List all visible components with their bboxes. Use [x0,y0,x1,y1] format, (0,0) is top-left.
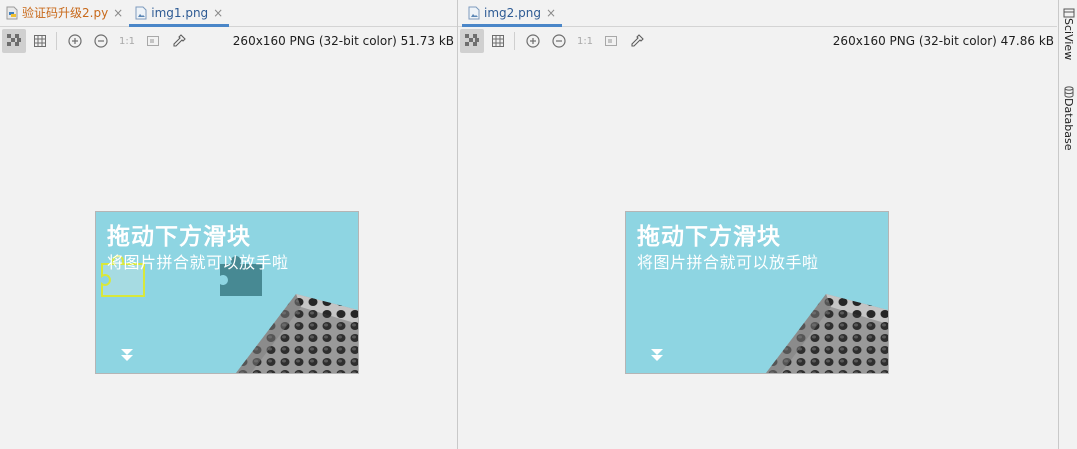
tab-label: img2.png [484,5,541,20]
tab-verify-py[interactable]: 验证码升级2.py × [0,0,129,26]
color-picker-button[interactable] [625,29,649,53]
zoom-in-icon [68,34,82,48]
actual-size-icon: 1:1 [118,35,136,47]
image-file-icon [468,6,480,20]
tab-img2[interactable]: img2.png × [462,0,562,27]
sidebar-item-label: Database [1062,98,1075,151]
ide-window: 验证码升级2.py × img1.png × 1:1 260x160 PNG (… [0,0,1077,449]
image-subtitle-text: 将图片拼合就可以放手啦 [637,253,819,272]
image-preview: 拖动下方滑块 将图片拼合就可以放手啦 [95,211,359,374]
zoom-out-button[interactable] [547,29,571,53]
close-icon[interactable]: × [546,6,556,20]
zoom-out-icon [552,34,566,48]
image-subtitle-text: 将图片拼合就可以放手啦 [107,253,289,272]
captcha-image: 拖动下方滑块 将图片拼合就可以放手啦 [626,212,888,373]
sidebar-item-label: SciView [1062,18,1075,61]
tab-label: 验证码升级2.py [22,6,109,20]
grid-button[interactable] [28,29,52,53]
background-grid-icon [7,34,21,46]
grid-icon [492,35,504,47]
background-grid-button[interactable] [460,29,484,53]
zoom-out-button[interactable] [89,29,113,53]
image-toolbar: 1:1 260x160 PNG (32-bit color) 51.73 kB [0,28,457,54]
tab-img1[interactable]: img1.png × [129,0,230,27]
image-canvas: 拖动下方滑块 将图片拼合就可以放手啦 [458,54,1057,449]
fit-zoom-icon [147,36,159,46]
toolbar-separator [514,32,515,50]
fit-zoom-icon [605,36,617,46]
actual-size-button[interactable]: 1:1 [573,29,597,53]
close-icon[interactable]: × [213,6,223,20]
database-icon [1064,86,1073,98]
zoom-in-button[interactable] [63,29,87,53]
sidebar-item-sciview[interactable]: SciView [1059,8,1077,60]
image-title-text: 拖动下方滑块 [637,224,781,250]
actual-size-button[interactable]: 1:1 [115,29,139,53]
grid-icon [34,35,46,47]
image-info: 260x160 PNG (32-bit color) 51.73 kB [232,34,454,48]
color-picker-icon [631,34,644,47]
image-preview: 拖动下方滑块 将图片拼合就可以放手啦 [625,211,889,374]
arrow-down-icon [651,349,663,361]
captcha-image: 拖动下方滑块 将图片拼合就可以放手啦 [96,212,358,373]
sciview-icon [1063,8,1074,18]
image-canvas: 拖动下方滑块 将图片拼合就可以放手啦 [0,54,457,449]
zoom-in-icon [526,34,540,48]
image-info: 260x160 PNG (32-bit color) 47.86 kB [832,34,1054,48]
toolbar-separator [56,32,57,50]
image-file-icon [135,6,147,20]
color-picker-button[interactable] [167,29,191,53]
image-title-text: 拖动下方滑块 [107,224,251,250]
tab-label: img1.png [151,5,209,20]
zoom-in-button[interactable] [521,29,545,53]
background-grid-icon [465,34,479,46]
editor-tab-bar: img2.png × [458,0,1057,27]
image-toolbar: 1:1 260x160 PNG (32-bit color) 47.86 kB [458,28,1057,54]
actual-size-icon: 1:1 [576,35,594,47]
image-editor-left: 验证码升级2.py × img1.png × 1:1 260x160 PNG (… [0,0,457,449]
background-grid-button[interactable] [2,29,26,53]
sidebar-item-database[interactable]: Database [1059,86,1077,151]
arrow-down-icon [121,349,133,361]
image-editor-right: img2.png × 1:1 260x160 PNG (32-bit color… [458,0,1057,449]
python-file-icon [6,6,18,20]
color-picker-icon [173,34,186,47]
tool-window-stripe: SciView Database [1058,0,1077,449]
zoom-out-icon [94,34,108,48]
fit-zoom-button[interactable] [599,29,623,53]
close-icon[interactable]: × [113,6,123,20]
grid-button[interactable] [486,29,510,53]
editor-tab-bar: 验证码升级2.py × img1.png × [0,0,457,27]
fit-zoom-button[interactable] [141,29,165,53]
